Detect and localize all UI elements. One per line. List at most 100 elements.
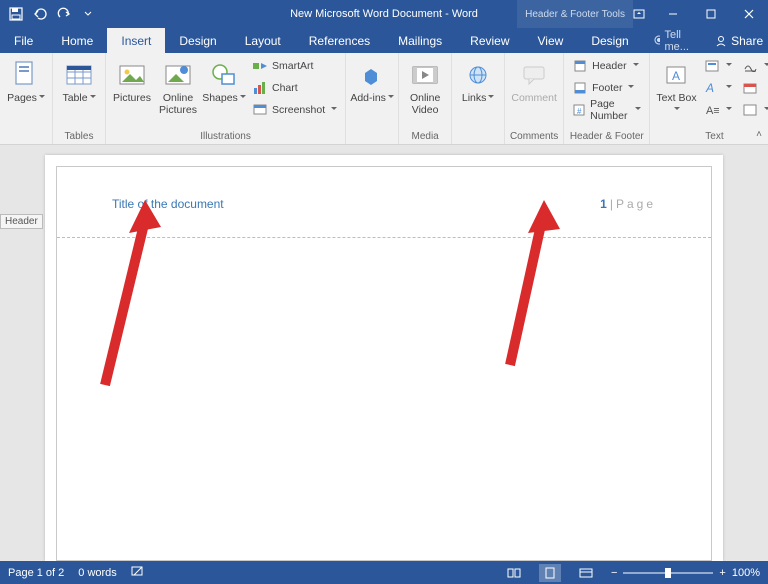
group-text: A Text Box A A≡ Text (650, 53, 768, 144)
date-time-icon (742, 80, 758, 96)
page-number-label: Page Number (590, 98, 629, 122)
addins-icon (356, 59, 388, 91)
ribbon: Pages Pages Table Tables Pictures Online… (0, 53, 768, 145)
minimize-button[interactable] (654, 0, 692, 28)
page-number-button[interactable]: #Page Number (568, 99, 645, 121)
table-button[interactable]: Table (57, 55, 101, 105)
zoom-control: − + 100% (611, 567, 760, 579)
pictures-label: Pictures (113, 93, 151, 105)
proofing-icon[interactable] (131, 565, 145, 580)
tab-insert[interactable]: Insert (107, 28, 165, 53)
word-count[interactable]: 0 words (78, 567, 117, 579)
redo-icon[interactable] (56, 6, 72, 22)
object-icon (742, 102, 758, 118)
web-layout-button[interactable] (575, 564, 597, 582)
group-text-label: Text (654, 130, 768, 144)
signature-line-button[interactable] (738, 55, 768, 77)
tab-review[interactable]: Review (456, 28, 523, 53)
chart-button[interactable]: Chart (248, 77, 341, 99)
online-pictures-button[interactable]: Online Pictures (156, 55, 200, 116)
smartart-button[interactable]: SmartArt (248, 55, 341, 77)
screenshot-button[interactable]: Screenshot (248, 99, 341, 121)
tab-view[interactable]: View (524, 28, 578, 53)
pages-button[interactable]: Pages (4, 55, 48, 105)
qat-more-icon[interactable] (80, 6, 96, 22)
addins-label: Add-ins (350, 93, 394, 105)
text-box-button[interactable]: A Text Box (654, 55, 698, 116)
quick-access-toolbar (0, 6, 96, 22)
online-video-button[interactable]: Online Video (403, 55, 447, 116)
share-button[interactable]: Share (703, 28, 768, 53)
zoom-slider[interactable] (623, 572, 713, 574)
ribbon-display-options-icon[interactable] (624, 0, 654, 28)
header-button[interactable]: Header (568, 55, 645, 77)
comment-button: Comment (509, 55, 559, 105)
signature-icon (742, 58, 758, 74)
quick-parts-icon (704, 58, 720, 74)
zoom-out-button[interactable]: − (611, 567, 617, 579)
group-comments: Comment Comments (505, 53, 564, 144)
ribbon-tabs: File Home Insert Design Layout Reference… (0, 28, 768, 53)
date-time-button[interactable] (738, 77, 768, 99)
object-button[interactable] (738, 99, 768, 121)
smartart-label: SmartArt (272, 60, 313, 72)
tab-references[interactable]: References (295, 28, 384, 53)
header-title-text[interactable]: Title of the document (112, 197, 224, 211)
pictures-button[interactable]: Pictures (110, 55, 154, 105)
screenshot-icon (252, 102, 268, 118)
header-region-tag: Header (0, 214, 43, 229)
footer-icon (572, 80, 588, 96)
group-illustrations-label: Illustrations (110, 130, 341, 144)
tab-home[interactable]: Home (47, 28, 107, 53)
zoom-level[interactable]: 100% (732, 567, 760, 579)
links-icon (462, 59, 494, 91)
tab-mailings[interactable]: Mailings (384, 28, 456, 53)
footer-label: Footer (592, 82, 622, 94)
online-pictures-label: Online Pictures (156, 93, 200, 116)
group-hf-label: Header & Footer (568, 130, 645, 144)
tab-design[interactable]: Design (165, 28, 230, 53)
group-media-label: Media (403, 130, 447, 144)
page[interactable]: Title of the document 1|Page (45, 155, 723, 561)
group-tables-label: Tables (57, 130, 101, 144)
pages-icon (10, 59, 42, 91)
zoom-in-button[interactable]: + (719, 567, 725, 579)
status-bar: Page 1 of 2 0 words − + 100% (0, 561, 768, 584)
collapse-ribbon-button[interactable]: ˄ (756, 129, 762, 140)
page-number-icon: # (572, 102, 586, 118)
table-icon (63, 59, 95, 91)
tab-layout[interactable]: Layout (231, 28, 295, 53)
shapes-icon (208, 59, 240, 91)
tab-file[interactable]: File (0, 28, 47, 53)
header-icon (572, 58, 588, 74)
save-icon[interactable] (8, 6, 24, 22)
print-layout-button[interactable] (539, 564, 561, 582)
tell-me-search[interactable]: Tell me... (643, 28, 703, 53)
undo-icon[interactable] (32, 6, 48, 22)
quick-parts-button[interactable] (700, 55, 736, 77)
window-controls (624, 0, 768, 28)
page-header[interactable]: Title of the document 1|Page (112, 197, 656, 211)
wordart-button[interactable]: A (700, 77, 736, 99)
group-media: Online Video Media (399, 53, 452, 144)
tab-header-footer-design[interactable]: Design (577, 28, 642, 53)
header-page-number[interactable]: 1|Page (600, 197, 656, 211)
page-indicator[interactable]: Page 1 of 2 (8, 567, 64, 579)
drop-cap-icon: A≡ (704, 102, 720, 118)
drop-cap-button[interactable]: A≡ (700, 99, 736, 121)
links-button[interactable]: Links (456, 55, 500, 105)
footer-button[interactable]: Footer (568, 77, 645, 99)
maximize-button[interactable] (692, 0, 730, 28)
screenshot-label: Screenshot (272, 104, 325, 116)
svg-text:A≡: A≡ (706, 105, 719, 117)
document-area: Title of the document 1|Page Header (0, 145, 768, 561)
wordart-icon: A (704, 80, 720, 96)
shapes-button[interactable]: Shapes (202, 55, 246, 105)
close-button[interactable] (730, 0, 768, 28)
read-mode-button[interactable] (503, 564, 525, 582)
smartart-icon (252, 58, 268, 74)
addins-button[interactable]: Add-ins (350, 55, 394, 105)
comment-label: Comment (511, 93, 557, 105)
comment-icon (518, 59, 550, 91)
pictures-icon (116, 59, 148, 91)
